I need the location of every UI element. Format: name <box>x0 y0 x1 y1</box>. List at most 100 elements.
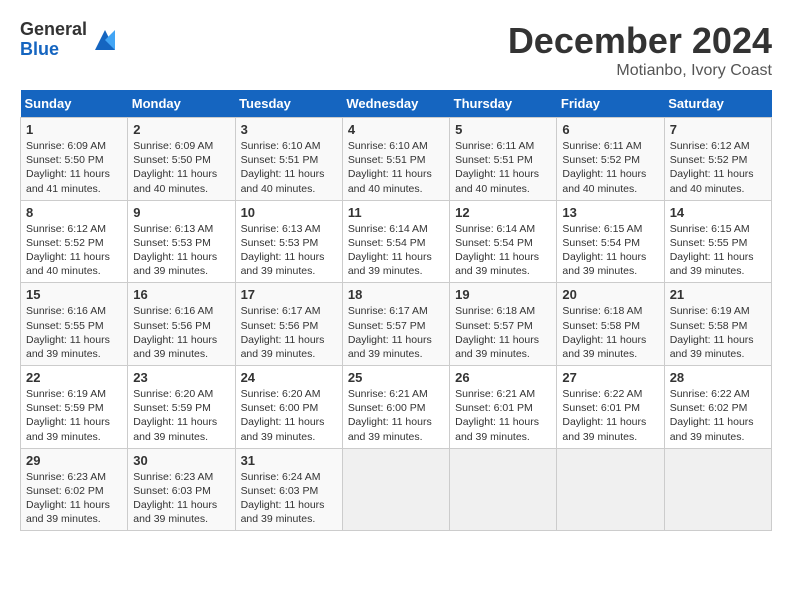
day-number: 5 <box>455 122 551 137</box>
day-number: 27 <box>562 370 658 385</box>
day-cell: 5 Sunrise: 6:11 AMSunset: 5:51 PMDayligh… <box>450 118 557 201</box>
day-number: 20 <box>562 287 658 302</box>
day-cell: 3 Sunrise: 6:10 AMSunset: 5:51 PMDayligh… <box>235 118 342 201</box>
day-number: 8 <box>26 205 122 220</box>
day-info: Sunrise: 6:11 AMSunset: 5:51 PMDaylight:… <box>455 140 539 195</box>
day-number: 22 <box>26 370 122 385</box>
day-info: Sunrise: 6:09 AMSunset: 5:50 PMDaylight:… <box>26 140 110 195</box>
day-info: Sunrise: 6:12 AMSunset: 5:52 PMDaylight:… <box>670 140 754 195</box>
header-cell-tuesday: Tuesday <box>235 90 342 118</box>
logo-blue: Blue <box>20 40 87 60</box>
day-info: Sunrise: 6:14 AMSunset: 5:54 PMDaylight:… <box>455 223 539 278</box>
day-cell: 1 Sunrise: 6:09 AMSunset: 5:50 PMDayligh… <box>21 118 128 201</box>
day-number: 7 <box>670 122 766 137</box>
header-cell-monday: Monday <box>128 90 235 118</box>
day-number: 30 <box>133 453 229 468</box>
logo-general: General <box>20 20 87 40</box>
day-number: 19 <box>455 287 551 302</box>
header-row: SundayMondayTuesdayWednesdayThursdayFrid… <box>21 90 772 118</box>
day-number: 6 <box>562 122 658 137</box>
day-cell: 13 Sunrise: 6:15 AMSunset: 5:54 PMDaylig… <box>557 200 664 283</box>
day-number: 3 <box>241 122 337 137</box>
day-number: 2 <box>133 122 229 137</box>
day-cell: 28 Sunrise: 6:22 AMSunset: 6:02 PMDaylig… <box>664 366 771 449</box>
day-info: Sunrise: 6:12 AMSunset: 5:52 PMDaylight:… <box>26 223 110 278</box>
day-number: 23 <box>133 370 229 385</box>
week-row-3: 15 Sunrise: 6:16 AMSunset: 5:55 PMDaylig… <box>21 283 772 366</box>
calendar-body: 1 Sunrise: 6:09 AMSunset: 5:50 PMDayligh… <box>21 118 772 531</box>
day-number: 29 <box>26 453 122 468</box>
day-cell: 8 Sunrise: 6:12 AMSunset: 5:52 PMDayligh… <box>21 200 128 283</box>
day-cell: 29 Sunrise: 6:23 AMSunset: 6:02 PMDaylig… <box>21 448 128 531</box>
day-cell: 9 Sunrise: 6:13 AMSunset: 5:53 PMDayligh… <box>128 200 235 283</box>
day-number: 13 <box>562 205 658 220</box>
day-cell: 20 Sunrise: 6:18 AMSunset: 5:58 PMDaylig… <box>557 283 664 366</box>
day-info: Sunrise: 6:21 AMSunset: 6:00 PMDaylight:… <box>348 388 432 443</box>
day-number: 21 <box>670 287 766 302</box>
day-info: Sunrise: 6:15 AMSunset: 5:55 PMDaylight:… <box>670 223 754 278</box>
day-cell: 16 Sunrise: 6:16 AMSunset: 5:56 PMDaylig… <box>128 283 235 366</box>
day-number: 25 <box>348 370 444 385</box>
day-number: 1 <box>26 122 122 137</box>
day-cell: 12 Sunrise: 6:14 AMSunset: 5:54 PMDaylig… <box>450 200 557 283</box>
day-cell: 2 Sunrise: 6:09 AMSunset: 5:50 PMDayligh… <box>128 118 235 201</box>
day-number: 15 <box>26 287 122 302</box>
header-cell-wednesday: Wednesday <box>342 90 449 118</box>
day-cell: 11 Sunrise: 6:14 AMSunset: 5:54 PMDaylig… <box>342 200 449 283</box>
day-cell <box>557 448 664 531</box>
week-row-4: 22 Sunrise: 6:19 AMSunset: 5:59 PMDaylig… <box>21 366 772 449</box>
day-number: 31 <box>241 453 337 468</box>
day-cell: 4 Sunrise: 6:10 AMSunset: 5:51 PMDayligh… <box>342 118 449 201</box>
day-number: 16 <box>133 287 229 302</box>
day-info: Sunrise: 6:19 AMSunset: 5:58 PMDaylight:… <box>670 305 754 360</box>
calendar-header: SundayMondayTuesdayWednesdayThursdayFrid… <box>21 90 772 118</box>
day-cell: 22 Sunrise: 6:19 AMSunset: 5:59 PMDaylig… <box>21 366 128 449</box>
day-cell: 17 Sunrise: 6:17 AMSunset: 5:56 PMDaylig… <box>235 283 342 366</box>
day-number: 9 <box>133 205 229 220</box>
month-title: December 2024 <box>508 20 772 62</box>
day-cell: 7 Sunrise: 6:12 AMSunset: 5:52 PMDayligh… <box>664 118 771 201</box>
day-info: Sunrise: 6:09 AMSunset: 5:50 PMDaylight:… <box>133 140 217 195</box>
day-number: 11 <box>348 205 444 220</box>
day-info: Sunrise: 6:23 AMSunset: 6:03 PMDaylight:… <box>133 471 217 526</box>
day-info: Sunrise: 6:14 AMSunset: 5:54 PMDaylight:… <box>348 223 432 278</box>
day-info: Sunrise: 6:20 AMSunset: 5:59 PMDaylight:… <box>133 388 217 443</box>
day-info: Sunrise: 6:18 AMSunset: 5:58 PMDaylight:… <box>562 305 646 360</box>
location: Motianbo, Ivory Coast <box>508 62 772 80</box>
logo-text: General Blue <box>20 20 87 60</box>
day-cell: 6 Sunrise: 6:11 AMSunset: 5:52 PMDayligh… <box>557 118 664 201</box>
day-number: 17 <box>241 287 337 302</box>
week-row-5: 29 Sunrise: 6:23 AMSunset: 6:02 PMDaylig… <box>21 448 772 531</box>
day-info: Sunrise: 6:17 AMSunset: 5:57 PMDaylight:… <box>348 305 432 360</box>
day-cell: 10 Sunrise: 6:13 AMSunset: 5:53 PMDaylig… <box>235 200 342 283</box>
day-cell: 26 Sunrise: 6:21 AMSunset: 6:01 PMDaylig… <box>450 366 557 449</box>
day-cell: 14 Sunrise: 6:15 AMSunset: 5:55 PMDaylig… <box>664 200 771 283</box>
day-number: 26 <box>455 370 551 385</box>
week-row-2: 8 Sunrise: 6:12 AMSunset: 5:52 PMDayligh… <box>21 200 772 283</box>
day-info: Sunrise: 6:13 AMSunset: 5:53 PMDaylight:… <box>133 223 217 278</box>
day-info: Sunrise: 6:19 AMSunset: 5:59 PMDaylight:… <box>26 388 110 443</box>
day-info: Sunrise: 6:22 AMSunset: 6:02 PMDaylight:… <box>670 388 754 443</box>
day-cell: 15 Sunrise: 6:16 AMSunset: 5:55 PMDaylig… <box>21 283 128 366</box>
day-info: Sunrise: 6:24 AMSunset: 6:03 PMDaylight:… <box>241 471 325 526</box>
title-area: December 2024 Motianbo, Ivory Coast <box>508 20 772 80</box>
day-info: Sunrise: 6:20 AMSunset: 6:00 PMDaylight:… <box>241 388 325 443</box>
day-number: 14 <box>670 205 766 220</box>
day-cell: 27 Sunrise: 6:22 AMSunset: 6:01 PMDaylig… <box>557 366 664 449</box>
logo: General Blue <box>20 20 119 60</box>
day-cell: 23 Sunrise: 6:20 AMSunset: 5:59 PMDaylig… <box>128 366 235 449</box>
day-info: Sunrise: 6:13 AMSunset: 5:53 PMDaylight:… <box>241 223 325 278</box>
day-number: 24 <box>241 370 337 385</box>
day-cell: 25 Sunrise: 6:21 AMSunset: 6:00 PMDaylig… <box>342 366 449 449</box>
day-number: 18 <box>348 287 444 302</box>
day-info: Sunrise: 6:22 AMSunset: 6:01 PMDaylight:… <box>562 388 646 443</box>
day-number: 12 <box>455 205 551 220</box>
day-info: Sunrise: 6:11 AMSunset: 5:52 PMDaylight:… <box>562 140 646 195</box>
day-cell: 31 Sunrise: 6:24 AMSunset: 6:03 PMDaylig… <box>235 448 342 531</box>
day-info: Sunrise: 6:15 AMSunset: 5:54 PMDaylight:… <box>562 223 646 278</box>
header-cell-friday: Friday <box>557 90 664 118</box>
day-info: Sunrise: 6:10 AMSunset: 5:51 PMDaylight:… <box>241 140 325 195</box>
calendar-table: SundayMondayTuesdayWednesdayThursdayFrid… <box>20 90 772 531</box>
day-info: Sunrise: 6:21 AMSunset: 6:01 PMDaylight:… <box>455 388 539 443</box>
day-info: Sunrise: 6:18 AMSunset: 5:57 PMDaylight:… <box>455 305 539 360</box>
